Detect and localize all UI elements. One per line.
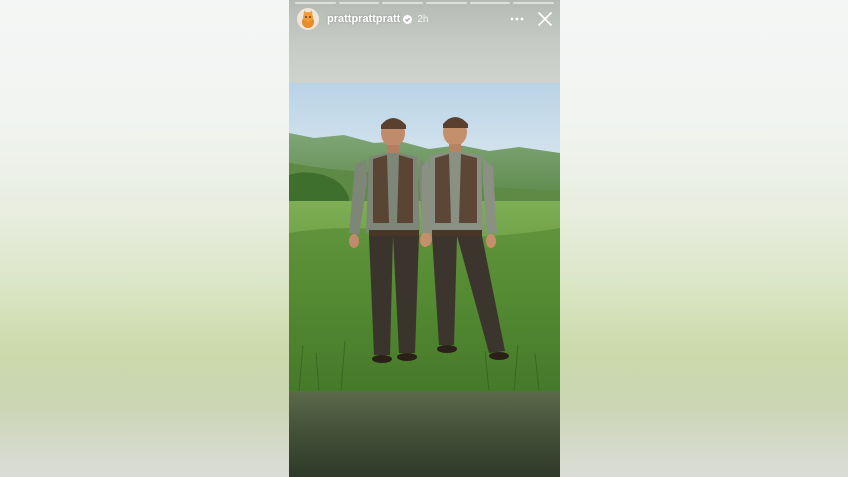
progress-segment	[338, 2, 380, 4]
story-timestamp: 2h	[417, 13, 429, 25]
story-username[interactable]: prattprattpratt	[327, 13, 400, 25]
story-bottom-fill	[289, 391, 560, 477]
progress-segment	[295, 2, 336, 4]
story-panel[interactable]: prattprattpratt 2h	[289, 0, 560, 477]
progress-segment	[382, 2, 424, 4]
close-icon[interactable]	[537, 11, 553, 27]
orange-cat-avatar-icon[interactable]	[297, 8, 319, 30]
progress-segment	[513, 2, 555, 4]
more-options-icon[interactable]	[509, 12, 525, 26]
progress-segment	[469, 2, 511, 4]
story-viewer: prattprattpratt 2h	[0, 0, 848, 477]
blurred-backdrop-left	[0, 0, 289, 477]
story-photo	[289, 83, 560, 391]
story-header: prattprattpratt 2h	[297, 8, 428, 30]
backdrop-glow	[0, 337, 289, 477]
backdrop-glow	[560, 337, 848, 477]
blurred-backdrop-right	[560, 0, 848, 477]
progress-segment	[426, 2, 467, 4]
verified-badge-icon	[403, 14, 413, 24]
story-progress-bar	[295, 2, 555, 4]
